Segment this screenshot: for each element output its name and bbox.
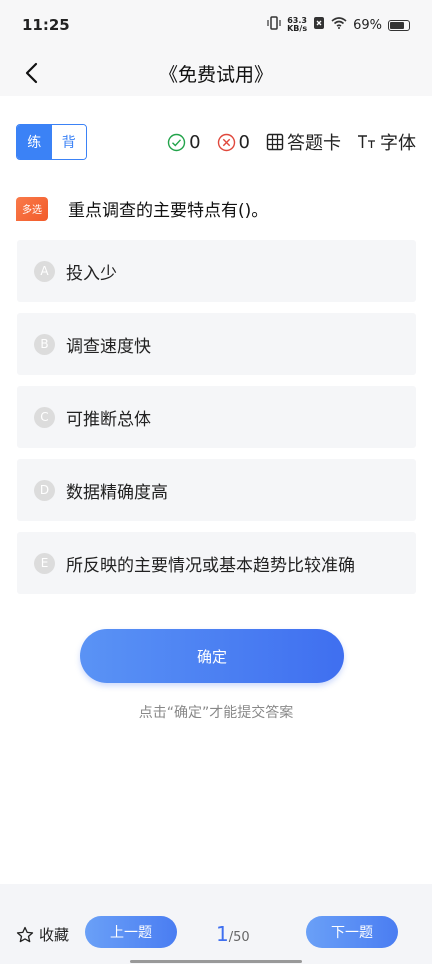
option-letter: C [34, 406, 55, 428]
answer-card-button[interactable]: 答题卡 [266, 129, 341, 155]
chevron-left-icon [25, 62, 38, 84]
option-text: 调查速度快 [66, 336, 151, 357]
battery-icon [388, 19, 410, 31]
question-header: 多选 重点调查的主要特点有()。 [16, 196, 416, 221]
option-letter: D [34, 479, 55, 501]
option-letter: A [34, 260, 55, 282]
option-c[interactable]: C 可推断总体 [17, 386, 416, 448]
status-time: 11:25 [22, 16, 70, 34]
option-d[interactable]: D 数据精确度高 [17, 459, 416, 521]
sim-icon [313, 16, 325, 34]
option-b[interactable]: B 调查速度快 [17, 313, 416, 375]
next-question-button[interactable]: 下一题 [306, 916, 398, 948]
wifi-icon [331, 17, 347, 33]
speed-unit: KB/s [287, 24, 308, 33]
correct-counter: 0 [167, 131, 201, 153]
favorite-label: 收藏 [39, 926, 70, 944]
bottom-bar: 收藏 上一题 1/50 下一题 [0, 884, 432, 964]
mode-practice-button[interactable]: 练 [17, 125, 52, 159]
battery-percent: 69% [353, 17, 382, 33]
option-letter: E [34, 552, 55, 574]
question-type-badge: 多选 [16, 196, 48, 221]
favorite-button[interactable]: 收藏 [16, 924, 69, 945]
mode-toggle: 练 背 [16, 124, 87, 160]
font-button[interactable]: 字体 [357, 129, 416, 155]
total-pages: /50 [228, 930, 250, 945]
network-speed: 63.3 KB/s [287, 17, 307, 33]
option-text: 数据精确度高 [66, 482, 168, 503]
option-a[interactable]: A 投入少 [17, 240, 416, 302]
option-letter: B [34, 333, 55, 355]
option-text: 所反映的主要情况或基本趋势比较准确 [66, 555, 355, 576]
options-list: A 投入少 B 调查速度快 C 可推断总体 D 数据精确度高 E 所反映的主要情… [17, 240, 416, 605]
current-page: 1 [216, 922, 229, 946]
question-toolbar: 练 背 0 0 答题卡 字体 [16, 124, 416, 160]
home-indicator[interactable] [130, 960, 302, 963]
grid-icon [266, 133, 284, 151]
prev-question-button[interactable]: 上一题 [85, 916, 177, 948]
page-title: 《免费试用》 [158, 63, 273, 86]
x-circle-icon [217, 133, 235, 151]
font-label: 字体 [380, 133, 416, 154]
mode-recite-button[interactable]: 背 [51, 125, 86, 159]
vibrate-icon [267, 16, 281, 34]
check-circle-icon [167, 133, 186, 151]
font-size-icon [358, 135, 375, 148]
submit-hint: 点击“确定”才能提交答案 [138, 705, 294, 721]
status-icons: 63.3 KB/s 69% [267, 16, 410, 34]
nav-bar: 《免费试用》 [0, 50, 432, 96]
confirm-button[interactable]: 确定 [80, 629, 344, 683]
option-text: 投入少 [66, 263, 117, 284]
option-e[interactable]: E 所反映的主要情况或基本趋势比较准确 [17, 532, 416, 594]
wrong-count: 0 [238, 131, 250, 153]
page-indicator: 1/50 [216, 922, 250, 946]
answer-card-label: 答题卡 [287, 133, 341, 154]
wrong-counter: 0 [217, 132, 250, 153]
star-icon [16, 926, 34, 942]
status-bar: 11:25 63.3 KB/s 69% [0, 0, 432, 50]
question-text: 重点调查的主要特点有()。 [68, 201, 269, 221]
tool-group: 0 0 答题卡 字体 [167, 129, 416, 155]
back-button[interactable] [16, 58, 46, 88]
correct-count: 0 [189, 131, 201, 153]
option-text: 可推断总体 [66, 409, 151, 430]
